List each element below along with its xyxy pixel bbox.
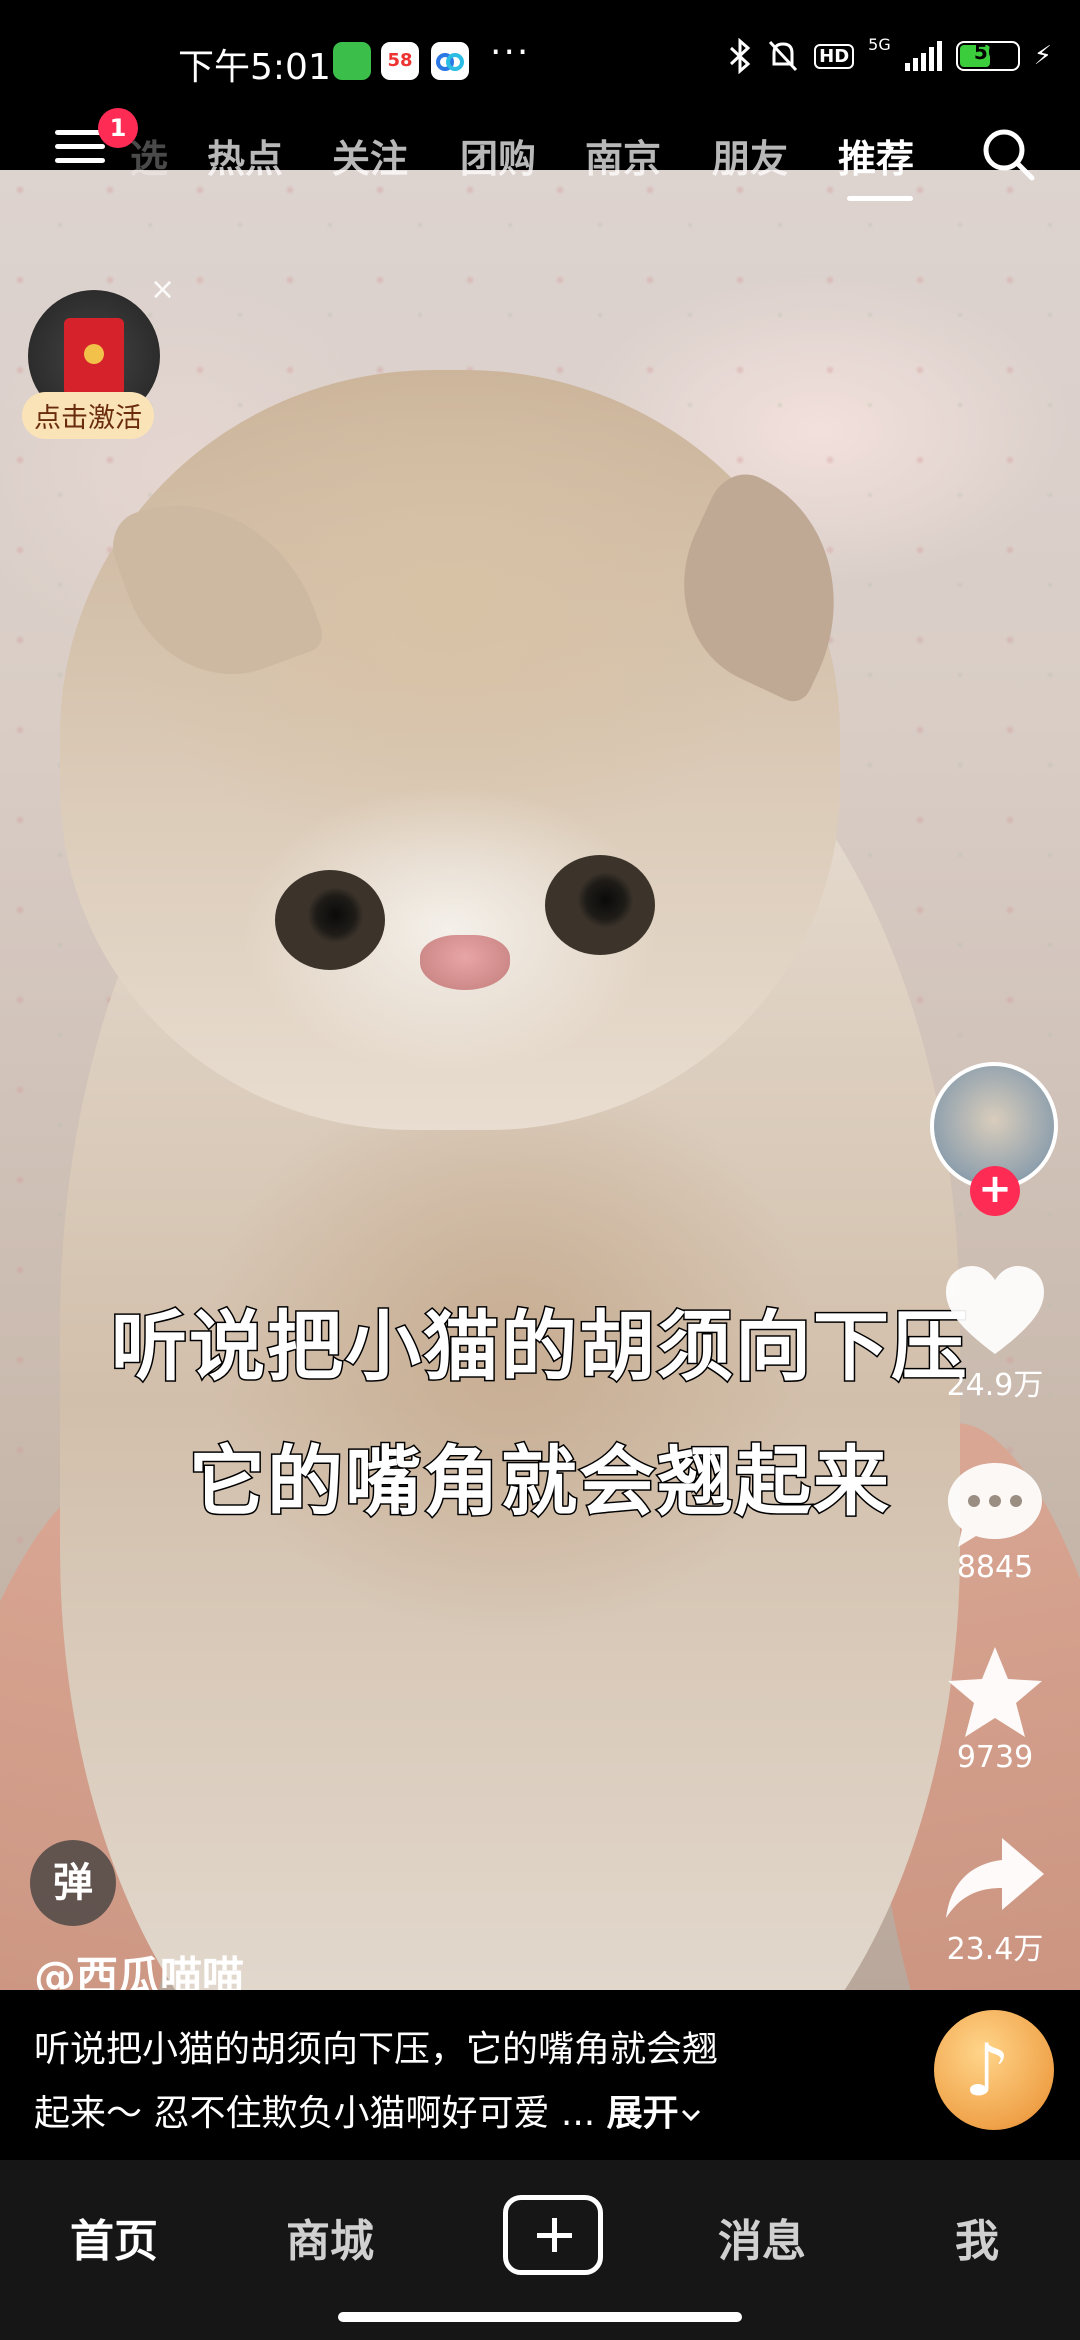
video-caption-line2: 它的嘴角就会翘起来: [188, 1436, 891, 1528]
battery-level: 56: [973, 40, 1002, 64]
chevron-down-icon: [681, 2109, 700, 2122]
expand-label: 展开: [606, 2093, 679, 2134]
hd-badge: HD: [814, 43, 855, 69]
video-player[interactable]: [0, 170, 1080, 1990]
baidu-cloud-icon: [431, 42, 469, 80]
cat-left-eye: [275, 870, 385, 970]
nav-messages[interactable]: 消息: [718, 2205, 806, 2269]
description-line2-wrap: 起来～ 忍不住欺负小猫啊好可爱 ... 展开: [34, 2082, 834, 2146]
mute-bell-icon: [769, 40, 798, 72]
cat-right-eye: [545, 855, 655, 955]
danmaku-button[interactable]: 弹: [30, 1840, 116, 1926]
nav-mall[interactable]: 商城: [286, 2205, 374, 2269]
music-note-icon: ♪: [964, 2028, 1010, 2112]
like-count: 24.9万: [946, 1368, 1044, 1403]
charging-icon: ⚡: [1033, 41, 1052, 71]
expand-button[interactable]: 展开: [607, 2093, 703, 2134]
tab-recommend[interactable]: 推荐: [838, 128, 914, 183]
share-arrow-icon[interactable]: [940, 1830, 1050, 1930]
tab-partial[interactable]: 选: [130, 128, 168, 183]
like-heart-icon[interactable]: [940, 1262, 1050, 1362]
menu-icon[interactable]: [55, 130, 105, 170]
status-right-group: HD 5G 56 ⚡: [728, 34, 1052, 74]
favorite-star-icon[interactable]: [940, 1643, 1050, 1743]
network-label: 5G: [868, 34, 891, 54]
share-count: 23.4万: [946, 1932, 1044, 1967]
create-plus-button[interactable]: [503, 2195, 603, 2275]
description-line2: 起来～ 忍不住欺负小猫啊好可爱 ...: [34, 2093, 596, 2134]
tab-following[interactable]: 关注: [332, 128, 408, 183]
red-envelope-icon: [64, 318, 124, 396]
active-tab-indicator: [847, 196, 913, 201]
video-description: 听说把小猫的胡须向下压，它的嘴角就会翘 起来～ 忍不住欺负小猫啊好可爱 ... …: [34, 2018, 834, 2146]
cat-head: [60, 370, 883, 1130]
status-time: 下午5:01: [178, 47, 331, 88]
follow-button[interactable]: +: [970, 1166, 1020, 1216]
green-app-icon: [333, 42, 371, 80]
home-indicator[interactable]: [338, 2312, 742, 2322]
tab-nanjing[interactable]: 南京: [585, 128, 661, 183]
status-bar: 下午5:01 58 ··· HD 5G 56 ⚡: [0, 0, 1080, 125]
video-caption-line1: 听说把小猫的胡须向下压: [110, 1301, 969, 1393]
packet-close-icon[interactable]: ×: [150, 272, 175, 307]
comment-icon[interactable]: [940, 1455, 1050, 1555]
bluetooth-icon: [730, 38, 751, 74]
cat-nose: [420, 935, 510, 990]
58-app-icon: 58: [381, 42, 419, 80]
favorite-count: 9739: [956, 1740, 1034, 1775]
tab-friends[interactable]: 朋友: [712, 128, 788, 183]
tab-group-buy[interactable]: 团购: [460, 128, 536, 183]
battery-icon: 56: [955, 40, 1020, 71]
description-line1: 听说把小猫的胡须向下压，它的嘴角就会翘: [34, 2029, 719, 2070]
red-packet-label[interactable]: 点击激活: [22, 392, 154, 439]
comment-count: 8845: [956, 1550, 1034, 1585]
nav-home[interactable]: 首页: [70, 2205, 158, 2269]
nav-me[interactable]: 我: [955, 2205, 999, 2269]
tab-hot[interactable]: 热点: [207, 128, 283, 183]
signal-icon: [904, 41, 942, 71]
search-icon[interactable]: [978, 124, 1038, 184]
status-more-dots: ···: [490, 32, 531, 73]
